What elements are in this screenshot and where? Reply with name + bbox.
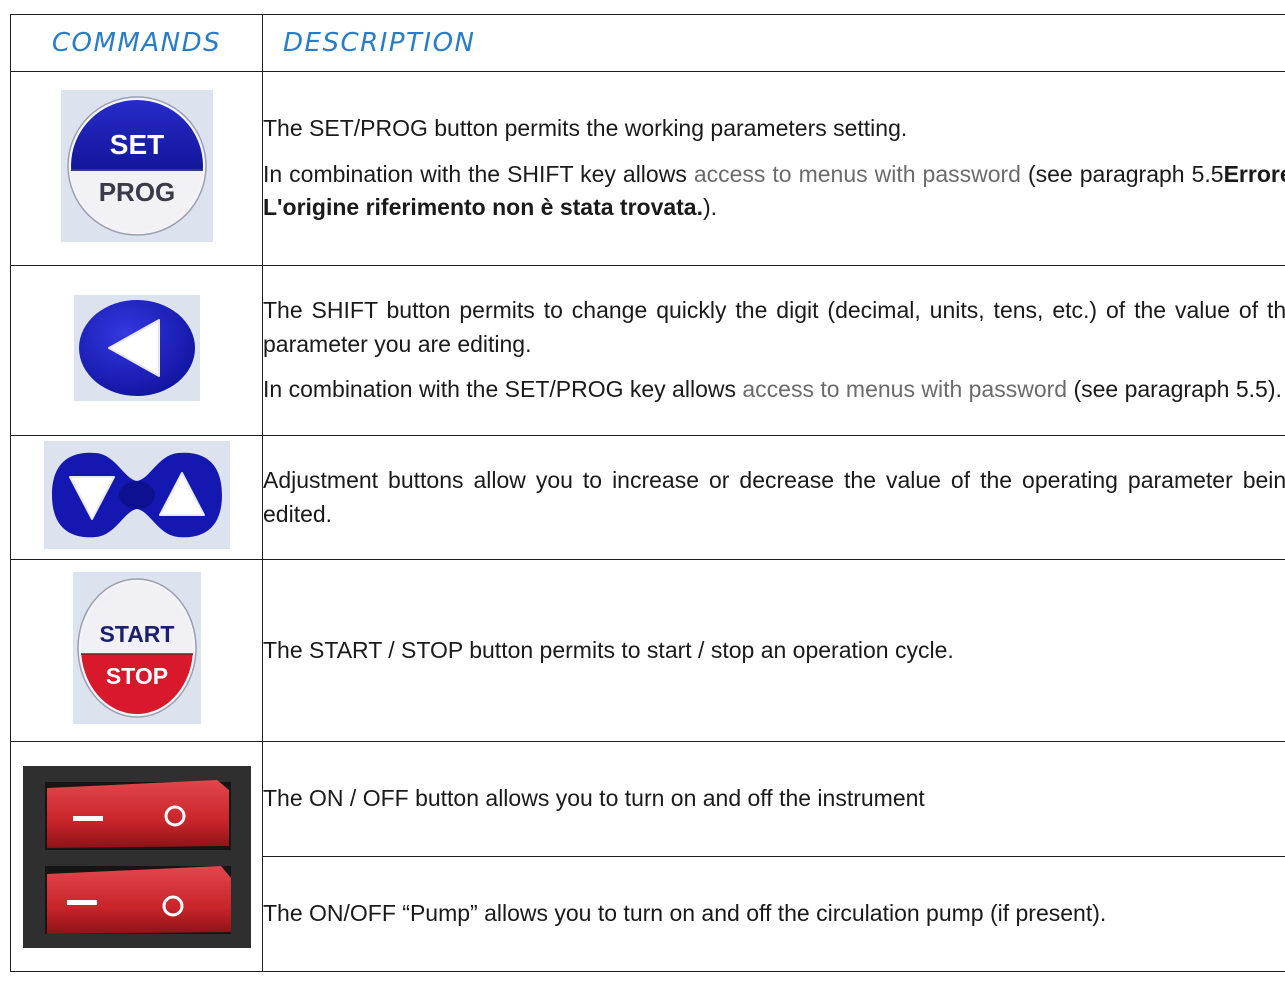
commands-header: COMMANDS: [10, 14, 263, 72]
password-menu-link-2[interactable]: access to menus with password: [742, 376, 1067, 402]
set-prog-button-icon: SET PROG: [60, 90, 213, 242]
adjust-text-1: Adjustment buttons allow you to increase…: [263, 467, 1285, 527]
table-header-row: COMMANDS DESCRIPTION: [10, 14, 1285, 72]
start-label: START: [99, 621, 174, 647]
table-row-startstop: START STOP The START / STOP button permi…: [10, 559, 1285, 742]
prog-label: PROG: [98, 177, 175, 207]
pump-description: The ON/OFF “Pump” allows you to turn on …: [262, 856, 1285, 972]
startstop-description: The START / STOP button permits to start…: [262, 559, 1285, 742]
table-row-shift: The SHIFT button permits to change quick…: [10, 265, 1285, 436]
commands-table: COMMANDS DESCRIPTION SET PROG The SET/PR…: [10, 14, 1285, 972]
shift-icon-cell: [10, 265, 263, 436]
pump-text-1: The ON/OFF “Pump” allows you to turn on …: [263, 900, 1107, 927]
rocker-switches-icon: [22, 765, 251, 948]
onoff-icon-cell: [10, 741, 263, 972]
onoff-description: The ON / OFF button allows you to turn o…: [262, 741, 1285, 857]
shift-text-1: The SHIFT button permits to change quick…: [263, 297, 1285, 357]
stop-label: STOP: [105, 663, 167, 689]
shift-left-arrow-button-icon: [73, 295, 200, 401]
setprog-description: The SET/PROG button permits the working …: [262, 71, 1285, 266]
setprog-text-2: In combination with the SHIFT key allows…: [263, 158, 1285, 225]
up-down-adjustment-buttons-icon: [43, 441, 230, 549]
password-menu-link[interactable]: access to menus with password: [694, 161, 1021, 187]
table-row-setprog: SET PROG The SET/PROG button permits the…: [10, 71, 1285, 266]
startstop-text-1: The START / STOP button permits to start…: [263, 636, 954, 663]
set-label: SET: [109, 129, 163, 160]
table-row-adjust: Adjustment buttons allow you to increase…: [10, 435, 1285, 560]
shift-description: The SHIFT button permits to change quick…: [262, 265, 1285, 436]
description-header: DESCRIPTION: [262, 14, 1285, 72]
start-stop-button-icon: START STOP: [72, 572, 201, 724]
table-row-onoff: The ON / OFF button allows you to turn o…: [10, 741, 1285, 972]
startstop-icon-cell: START STOP: [10, 559, 263, 742]
adjust-description: Adjustment buttons allow you to increase…: [262, 435, 1285, 560]
shift-text-2: In combination with the SET/PROG key all…: [263, 376, 1282, 403]
setprog-text-1: The SET/PROG button permits the working …: [263, 115, 908, 142]
onoff-text-1: The ON / OFF button allows you to turn o…: [263, 785, 925, 812]
adjust-icon-cell: [10, 435, 263, 560]
setprog-icon-cell: SET PROG: [10, 71, 263, 266]
